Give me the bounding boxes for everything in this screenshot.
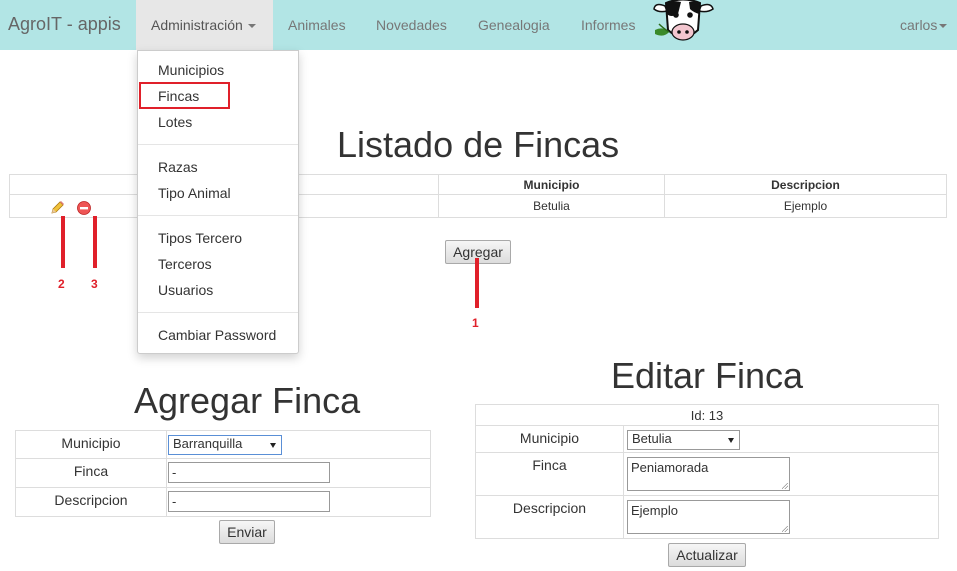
nav-novedades[interactable]: Novedades — [376, 17, 447, 33]
highlight-box-fincas — [139, 82, 230, 109]
editar-id: Id: 13 — [475, 404, 939, 426]
annotation-label-3: 3 — [91, 277, 98, 291]
cell-municipio: Betulia — [438, 194, 665, 218]
editar-municipio-label: Municipio — [475, 425, 624, 453]
menu-divider — [138, 144, 298, 145]
actualizar-button[interactable]: Actualizar — [668, 543, 746, 567]
menu-item-tipo-animal[interactable]: Tipo Animal — [158, 185, 231, 201]
nav-administracion-label: Administración — [151, 17, 243, 33]
editar-title: Editar Finca — [611, 355, 804, 396]
menu-item-municipios[interactable]: Municipios — [158, 62, 224, 78]
nav-informes[interactable]: Informes — [581, 17, 635, 33]
dropdown-arrow-icon — [270, 443, 276, 448]
chevron-down-icon — [247, 24, 256, 29]
cell-descripcion: Ejemplo — [664, 194, 947, 218]
annotation-line-1 — [475, 258, 479, 308]
header-descripcion: Descripcion — [664, 174, 947, 195]
menu-item-lotes[interactable]: Lotes — [158, 114, 192, 130]
menu-item-cambiar-password[interactable]: Cambiar Password — [158, 327, 276, 343]
agregar-descripcion-input[interactable]: - — [168, 491, 330, 512]
header-actions — [9, 174, 150, 195]
navbar: AgroIT - appis Administración Animales N… — [0, 0, 957, 50]
annotation-line-3 — [93, 216, 97, 268]
nav-animales[interactable]: Animales — [288, 17, 346, 33]
user-menu[interactable]: carlos — [900, 17, 948, 33]
enviar-button[interactable]: Enviar — [219, 520, 275, 544]
resize-grip-icon[interactable] — [782, 483, 788, 489]
nav-administracion[interactable]: Administración — [151, 17, 256, 33]
editar-descripcion-textarea[interactable]: Ejemplo — [627, 500, 790, 534]
listado-title: Listado de Fincas — [337, 124, 620, 165]
header-municipio: Municipio — [438, 174, 665, 195]
agregar-finca-input[interactable]: - — [168, 462, 330, 483]
cow-logo — [653, 0, 714, 41]
agregar-municipio-label: Municipio — [15, 430, 167, 459]
edit-pencil-icon[interactable] — [49, 200, 65, 216]
menu-divider — [138, 215, 298, 216]
chevron-down-icon — [939, 24, 948, 29]
menu-item-tipos-tercero[interactable]: Tipos Tercero — [158, 230, 242, 246]
nav-genealogia[interactable]: Genealogia — [478, 17, 550, 33]
form-row-id: Id: 13 — [475, 404, 939, 426]
editar-municipio-select[interactable]: Betulia — [627, 430, 740, 450]
editar-finca-value: Peniamorada — [631, 460, 709, 475]
row-actions — [9, 194, 150, 218]
annotation-label-1: 1 — [472, 316, 479, 330]
annotation-label-2: 2 — [58, 277, 65, 291]
delete-icon[interactable] — [76, 200, 92, 216]
menu-item-terceros[interactable]: Terceros — [158, 256, 212, 272]
editar-municipio-value: Betulia — [632, 431, 672, 446]
menu-item-usuarios[interactable]: Usuarios — [158, 282, 213, 298]
brand-title[interactable]: AgroIT - appis — [8, 14, 121, 35]
editar-finca-textarea[interactable]: Peniamorada — [627, 457, 790, 491]
annotation-line-2 — [61, 216, 65, 268]
agregar-descripcion-label: Descripcion — [15, 487, 167, 517]
agregar-title: Agregar Finca — [134, 380, 361, 421]
agregar-municipio-value: Barranquilla — [173, 436, 243, 451]
resize-grip-icon[interactable] — [782, 526, 788, 532]
user-name: carlos — [900, 17, 938, 33]
menu-divider — [138, 312, 298, 313]
editar-descripcion-label: Descripcion — [475, 495, 624, 539]
editar-descripcion-value: Ejemplo — [631, 503, 678, 518]
menu-item-razas[interactable]: Razas — [158, 159, 198, 175]
dropdown-arrow-icon — [728, 438, 734, 443]
agregar-municipio-select[interactable]: Barranquilla — [168, 435, 282, 455]
editar-finca-label: Finca — [475, 452, 624, 496]
agregar-finca-label: Finca — [15, 458, 167, 488]
